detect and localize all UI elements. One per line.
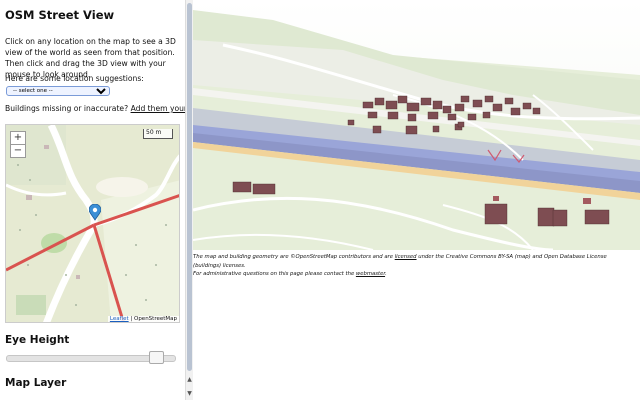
location-marker-icon[interactable]	[89, 204, 101, 221]
main-area: The map and building geometry are ©OpenS…	[193, 0, 640, 400]
map-scale: 50 m	[143, 129, 173, 139]
location-map[interactable]: + − 50 m Leaflet | OpenStreetMap	[5, 124, 180, 323]
map-layer-heading: Map Layer	[5, 377, 67, 389]
zoom-in-button[interactable]: +	[10, 131, 26, 145]
add-buildings-link[interactable]: Add them yourself	[131, 104, 185, 113]
admin-text: For administrative questions on this pag…	[193, 271, 356, 277]
license-text-1: The map and building geometry are ©OpenS…	[193, 254, 395, 260]
footer-license: The map and building geometry are ©OpenS…	[193, 253, 633, 279]
sidebar: OSM Street View Click on any location on…	[0, 0, 185, 400]
scrollbar-thumb[interactable]	[187, 3, 192, 371]
suggestions-label: Here are some location suggestions:	[5, 74, 144, 83]
sidebar-scrollbar[interactable]: ▲ ▼	[185, 0, 193, 400]
admin-end: .	[385, 271, 387, 277]
missing-buildings-text: Buildings missing or inaccurate? Add the…	[5, 104, 185, 113]
map-attribution: Leaflet | OpenStreetMap	[107, 316, 179, 322]
webmaster-link[interactable]: webmaster	[356, 271, 385, 277]
missing-label: Buildings missing or inaccurate?	[5, 104, 129, 113]
location-suggestions-select[interactable]: -- select one --	[6, 86, 110, 96]
map-tiles[interactable]	[6, 125, 180, 323]
osm-attribution: OpenStreetMap	[133, 316, 177, 322]
eye-height-slider-handle[interactable]	[149, 351, 164, 364]
licensed-link[interactable]: licensed	[395, 254, 417, 260]
leaflet-link[interactable]: Leaflet	[110, 316, 129, 322]
scroll-down-icon[interactable]: ▼	[186, 390, 193, 397]
street-view-3d[interactable]	[193, 0, 640, 250]
zoom-out-button[interactable]: −	[10, 144, 26, 158]
eye-height-heading: Eye Height	[5, 334, 70, 346]
page-title: OSM Street View	[5, 8, 115, 22]
scroll-up-icon[interactable]: ▲	[186, 376, 193, 383]
